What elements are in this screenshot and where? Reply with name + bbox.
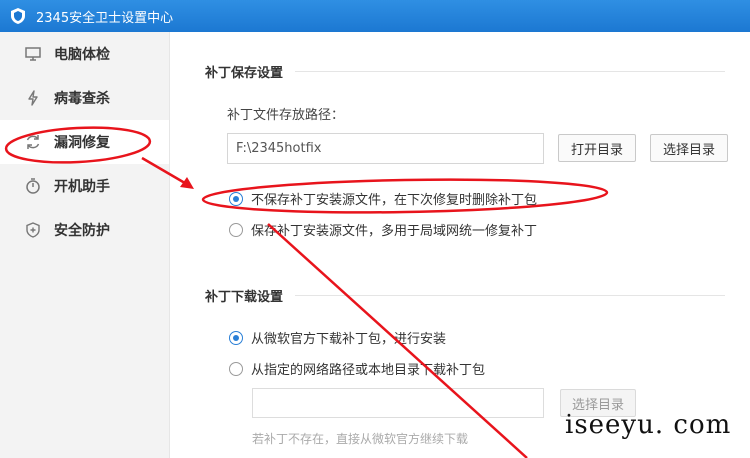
sidebar-item-label: 电脑体检 [54, 47, 110, 63]
sidebar-item-pc-checkup[interactable]: 电脑体检 [0, 32, 169, 76]
stopwatch-icon [24, 177, 42, 195]
radio-label: 保存补丁安装源文件，多用于局域网统一修复补丁 [251, 224, 538, 239]
section-divider [295, 71, 725, 72]
radio-label: 从指定的网络路径或本地目录下载补丁包 [251, 363, 486, 378]
choose-directory-button[interactable]: 选择目录 [650, 134, 728, 162]
settings-content: 补丁保存设置 补丁文件存放路径： F:\2345hotfix 打开目录 选择目录… [170, 32, 750, 458]
radio-label: 不保存补丁安装源文件，在下次修复时删除补丁包 [251, 193, 538, 208]
section-title-patch-download: 补丁下载设置 [205, 286, 725, 305]
radio-label: 从微软官方下载补丁包，进行安装 [251, 332, 447, 347]
window-title: 2345安全卫士设置中心 [36, 10, 174, 26]
radio-button[interactable] [229, 361, 243, 376]
sidebar-item-startup-assistant[interactable]: 开机助手 [0, 164, 169, 208]
sidebar-item-label: 漏洞修复 [54, 135, 110, 151]
sidebar-item-security-protection[interactable]: 安全防护 [0, 208, 169, 252]
patch-path-value: F:\2345hotfix [236, 141, 322, 156]
radio-button[interactable] [229, 222, 243, 237]
sidebar: 电脑体检 病毒查杀 漏洞修复 开机助手 安全防护 [0, 32, 170, 458]
lightning-icon [24, 89, 42, 107]
radio-no-save-source[interactable]: 不保存补丁安装源文件，在下次修复时删除补丁包 [229, 189, 537, 208]
sidebar-item-label: 安全防护 [54, 223, 110, 239]
radio-save-source[interactable]: 保存补丁安装源文件，多用于局域网统一修复补丁 [229, 220, 537, 239]
watermark-text: iseeyu. com [565, 410, 732, 440]
sidebar-item-virus-scan[interactable]: 病毒查杀 [0, 76, 169, 120]
sidebar-item-label: 病毒查杀 [54, 91, 110, 107]
title-bar: 2345安全卫士设置中心 [0, 0, 750, 32]
refresh-icon [24, 133, 42, 151]
sidebar-item-label: 开机助手 [54, 179, 110, 195]
path-label: 补丁文件存放路径： [227, 108, 345, 123]
section-title-text: 补丁保存设置 [205, 66, 284, 81]
section-title-patch-save: 补丁保存设置 [205, 62, 725, 81]
sidebar-item-vulnerability-fix[interactable]: 漏洞修复 [0, 120, 169, 164]
shield-plus-icon [24, 221, 42, 239]
radio-download-custom-path[interactable]: 从指定的网络路径或本地目录下载补丁包 [229, 359, 485, 378]
open-directory-button[interactable]: 打开目录 [558, 134, 636, 162]
radio-button-checked[interactable] [229, 330, 243, 345]
network-path-input[interactable] [252, 388, 544, 418]
shield-logo-icon [8, 6, 28, 26]
radio-button-checked[interactable] [229, 191, 243, 206]
section-title-text: 补丁下载设置 [205, 290, 284, 305]
patch-path-input[interactable]: F:\2345hotfix [227, 133, 544, 164]
section-divider [295, 295, 725, 296]
fallback-hint: 若补丁不存在，直接从微软官方继续下载 [252, 432, 469, 446]
radio-download-microsoft[interactable]: 从微软官方下载补丁包，进行安装 [229, 328, 446, 347]
monitor-icon [24, 45, 42, 63]
